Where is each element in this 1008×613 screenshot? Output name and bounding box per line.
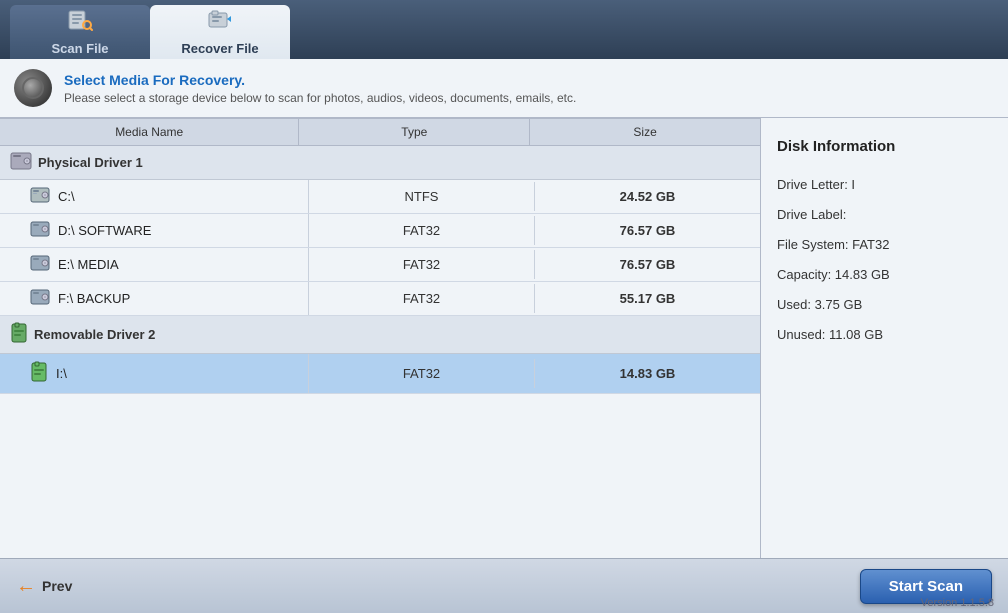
drive-name-e: E:\ MEDIA	[0, 248, 309, 281]
drive-icon-f	[30, 289, 50, 308]
drive-size-i: 14.83 GB	[535, 359, 760, 388]
disk-info-drive-label: Drive Label:	[777, 202, 992, 228]
bottom-bar: ← Prev Start Scan Version 1.1.5.8	[0, 558, 1008, 613]
disk-info-title: Disk Information	[777, 132, 992, 162]
prev-label: Prev	[42, 578, 72, 594]
table-area: Media Name Type Size Phys	[0, 118, 760, 558]
disk-info-capacity: Capacity: 14.83 GB	[777, 262, 992, 288]
disk-info-file-system: File System: FAT32	[777, 232, 992, 258]
drive-name-i: I:\	[0, 354, 309, 393]
drive-icon-e	[30, 255, 50, 274]
table-header: Media Name Type Size	[0, 118, 760, 146]
drive-type-f: FAT32	[309, 284, 535, 313]
drive-icon-c	[30, 187, 50, 206]
drive-type-d: FAT32	[309, 216, 535, 245]
info-icon	[14, 69, 52, 107]
info-title: Select Media For Recovery.	[64, 72, 576, 88]
content-area: Media Name Type Size Phys	[0, 118, 1008, 558]
main-area: Select Media For Recovery. Please select…	[0, 59, 1008, 613]
drive-row-f[interactable]: F:\ BACKUP FAT32 55.17 GB	[0, 282, 760, 316]
info-subtitle: Please select a storage device below to …	[64, 91, 576, 105]
prev-arrow-icon: ←	[16, 575, 36, 598]
drive-name-f: F:\ BACKUP	[0, 282, 309, 315]
drive-row-e[interactable]: E:\ MEDIA FAT32 76.57 GB	[0, 248, 760, 282]
group-removable-driver-2: Removable Driver 2	[0, 316, 760, 354]
tab-scan-file[interactable]: Scan File	[10, 5, 150, 59]
group-physical-driver-1-label: Physical Driver 1	[38, 155, 143, 170]
drive-name-d: D:\ SOFTWARE	[0, 214, 309, 247]
col-header-name: Media Name	[0, 119, 299, 145]
drive-size-d: 76.57 GB	[535, 216, 760, 245]
recover-file-icon	[207, 9, 233, 37]
drive-type-i: FAT32	[309, 359, 535, 388]
tab-recover-file-label: Recover File	[181, 41, 258, 56]
info-text: Select Media For Recovery. Please select…	[64, 72, 576, 105]
drive-row-c[interactable]: C:\ NTFS 24.52 GB	[0, 180, 760, 214]
drive-icon-i	[30, 361, 48, 386]
tab-scan-file-label: Scan File	[51, 41, 108, 56]
group-removable-driver-2-label: Removable Driver 2	[34, 327, 155, 342]
disk-info-panel: Disk Information Drive Letter: I Drive L…	[760, 118, 1008, 558]
disk-info-unused: Unused: 11.08 GB	[777, 322, 992, 348]
drive-size-e: 76.57 GB	[535, 250, 760, 279]
prev-button[interactable]: ← Prev	[16, 575, 72, 598]
scan-file-icon	[67, 9, 93, 37]
drive-row-d[interactable]: D:\ SOFTWARE FAT32 76.57 GB	[0, 214, 760, 248]
tab-bar: Scan File Recover File	[0, 0, 1008, 59]
start-scan-label: Start Scan	[889, 578, 963, 595]
tab-recover-file[interactable]: Recover File	[150, 5, 290, 59]
drive-type-c: NTFS	[309, 182, 535, 211]
info-bar: Select Media For Recovery. Please select…	[0, 59, 1008, 118]
removable-drive-icon	[10, 322, 28, 347]
drive-icon-d	[30, 221, 50, 240]
physical-hdd-icon	[10, 152, 32, 173]
disk-info-used: Used: 3.75 GB	[777, 292, 992, 318]
col-header-size: Size	[530, 119, 760, 145]
drive-size-c: 24.52 GB	[535, 182, 760, 211]
group-physical-driver-1: Physical Driver 1	[0, 146, 760, 180]
version-text: Version 1.1.5.8	[921, 597, 994, 609]
table-body: Physical Driver 1	[0, 146, 760, 558]
col-header-type: Type	[299, 119, 530, 145]
drive-size-f: 55.17 GB	[535, 284, 760, 313]
drive-row-i[interactable]: I:\ FAT32 14.83 GB	[0, 354, 760, 394]
drive-type-e: FAT32	[309, 250, 535, 279]
drive-name-c: C:\	[0, 180, 309, 213]
disk-info-drive-letter: Drive Letter: I	[777, 172, 992, 198]
